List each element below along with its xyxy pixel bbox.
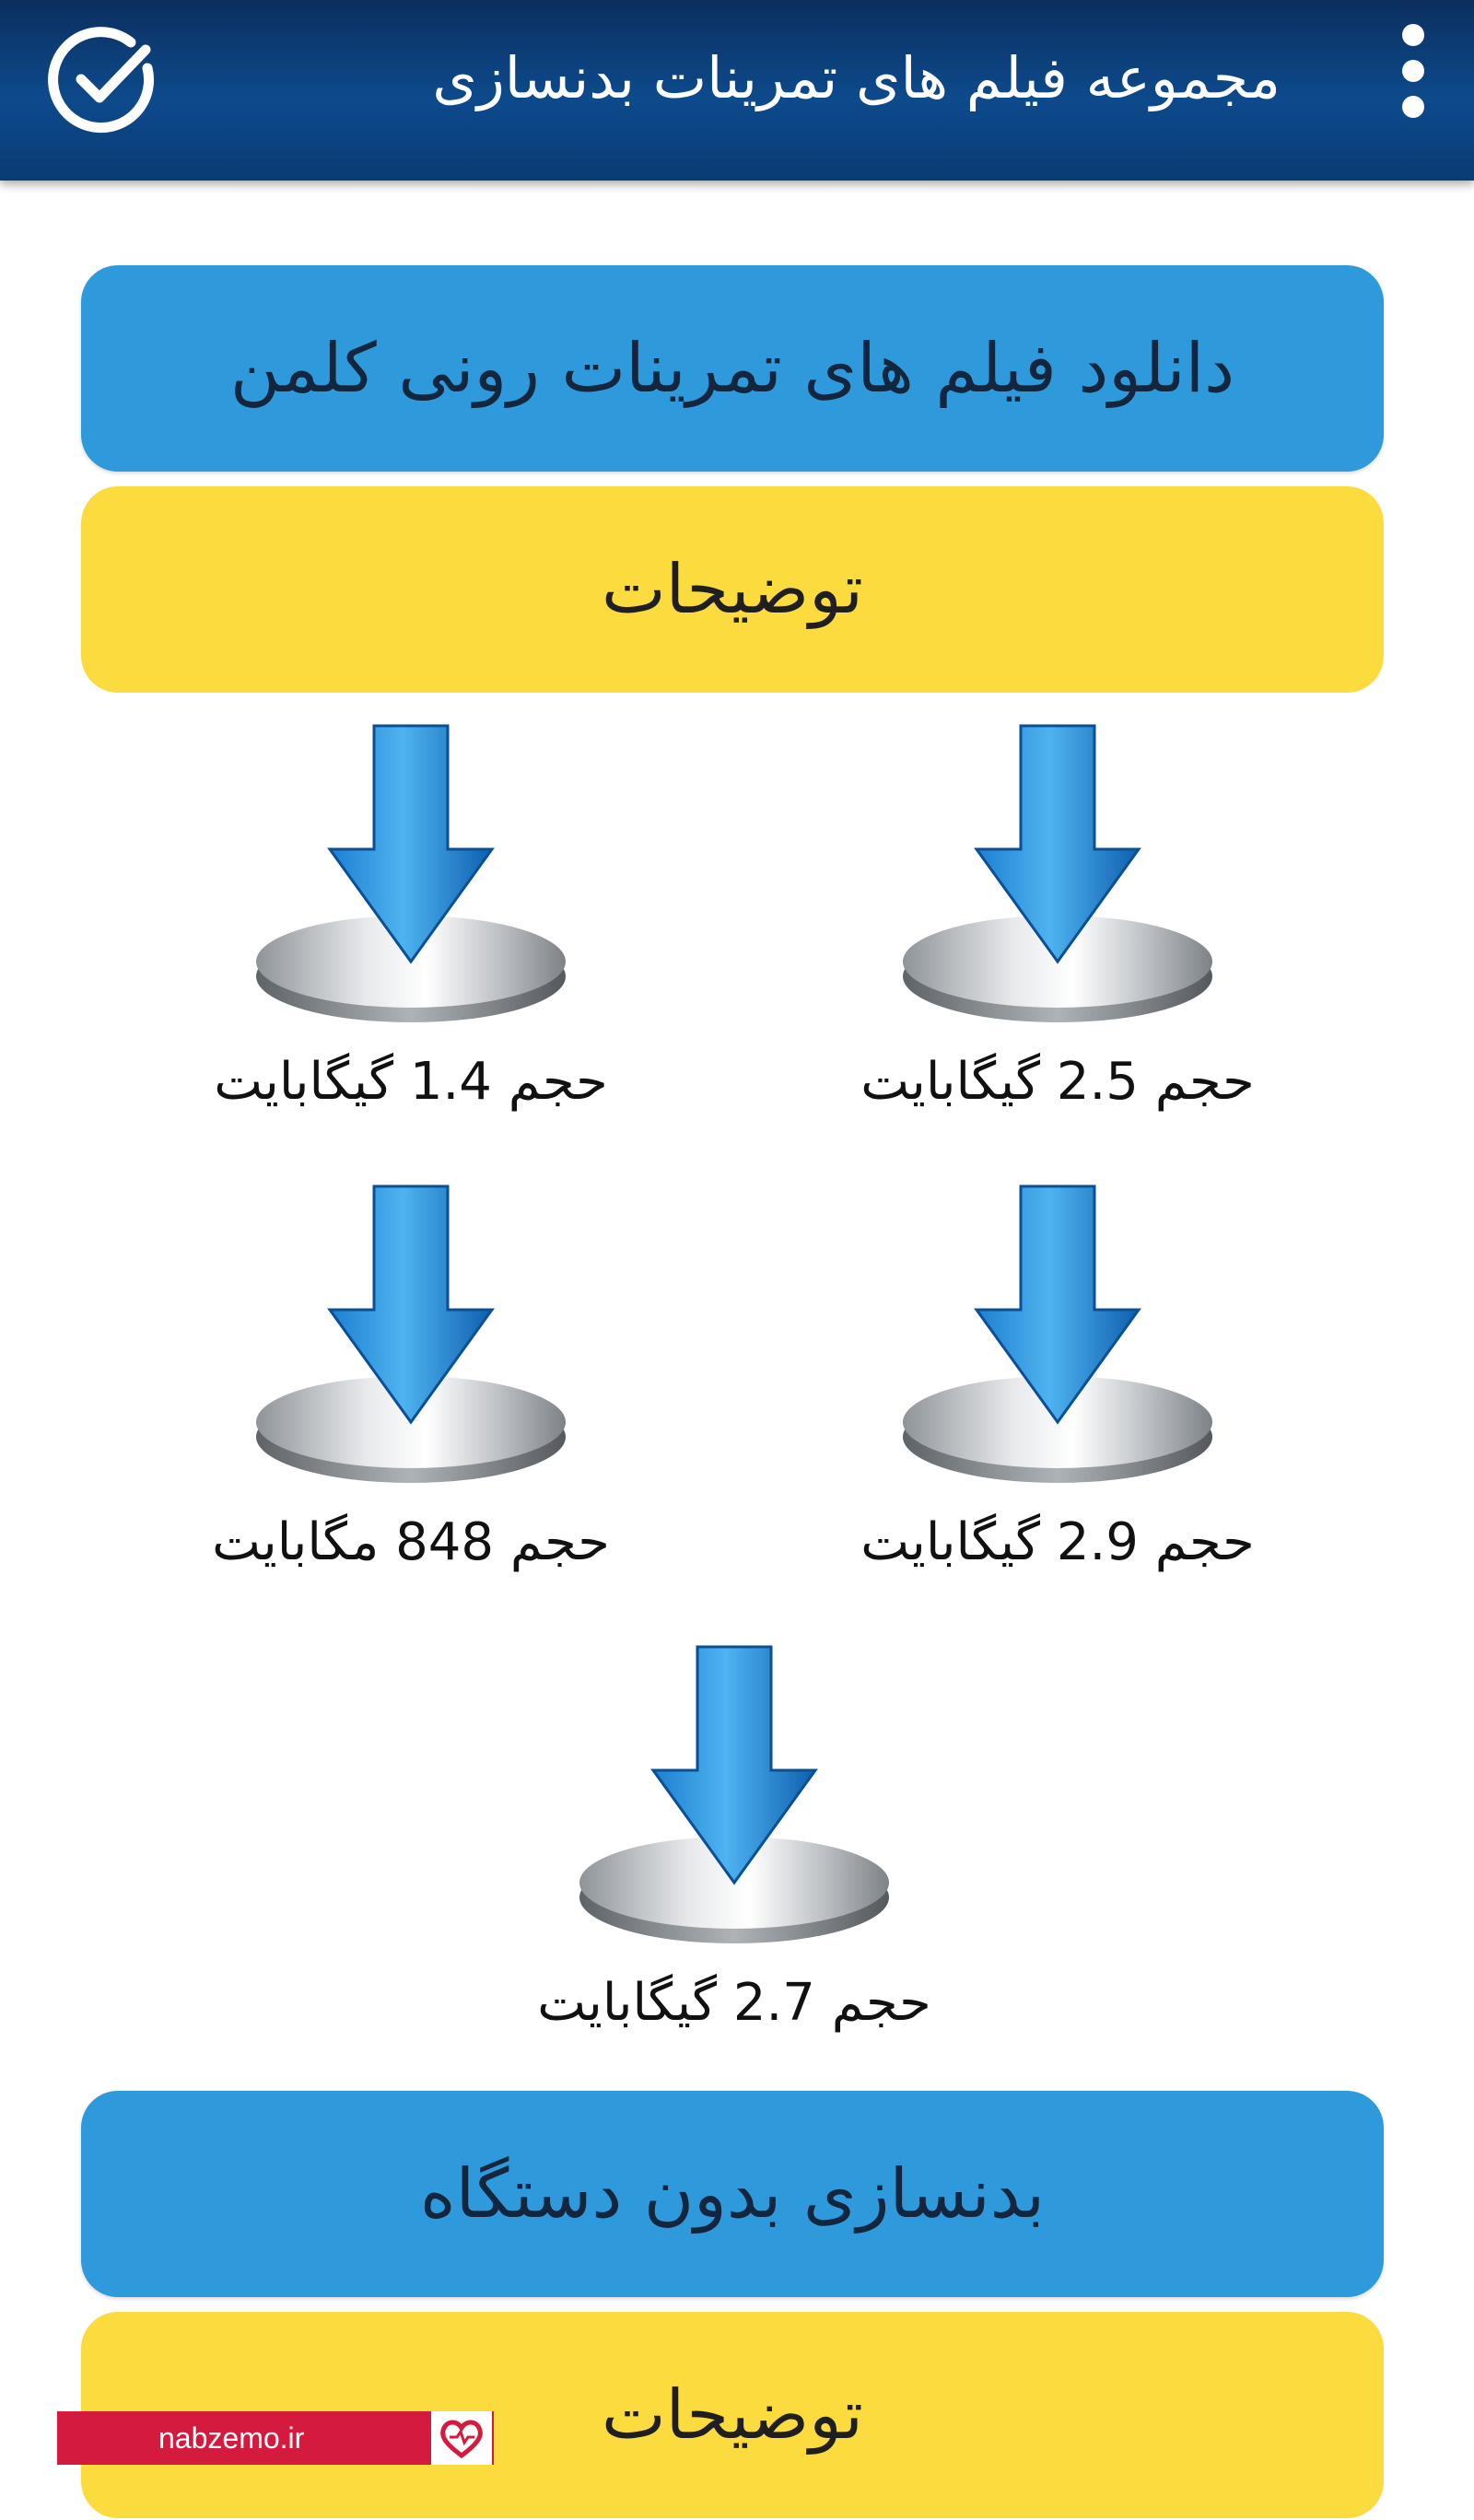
- download-item-1[interactable]: حجم 2.5 گیگابایت: [818, 720, 1297, 1172]
- download-size-label: حجم 2.7 گیگابایت: [537, 1973, 931, 2033]
- section-header-no-equipment[interactable]: بدنسازی بدون دستگاه: [81, 2091, 1384, 2297]
- download-icon: [256, 1184, 566, 1483]
- description-button[interactable]: توضیحات: [81, 486, 1384, 693]
- download-icon: [579, 1645, 889, 1943]
- download-item-2[interactable]: حجم 1.4 گیگابایت: [171, 720, 650, 1172]
- section-header-label: بدنسازی بدون دستگاه: [419, 2154, 1046, 2234]
- download-icon: [903, 724, 1212, 1022]
- download-item-3[interactable]: حجم 2.9 گیگابایت: [818, 1181, 1297, 1632]
- download-item-5[interactable]: حجم 2.7 گیگابایت: [495, 1641, 974, 2093]
- download-size-label: حجم 1.4 گیگابایت: [214, 1052, 608, 1112]
- download-size-label: حجم 2.9 گیگابایت: [860, 1512, 1255, 1572]
- check-circle-icon[interactable]: [46, 22, 160, 136]
- description-label: توضیحات: [602, 550, 863, 629]
- more-vert-icon[interactable]: [1387, 24, 1439, 134]
- watermark-text: nabzemo.ir: [158, 2421, 305, 2455]
- download-icon: [256, 724, 566, 1022]
- section-header-ronnie-coleman[interactable]: دانلود فیلم های تمرینات رونی کلمن: [81, 265, 1384, 472]
- download-size-label: حجم 848 مگابایت: [212, 1512, 610, 1572]
- section-header-label: دانلود فیلم های تمرینات رونی کلمن: [229, 329, 1235, 408]
- watermark-badge: nabzemo.ir: [57, 2411, 494, 2465]
- app-bar: مجموعه فیلم های تمرینات بدنسازی: [0, 0, 1474, 181]
- download-icon: [903, 1184, 1212, 1483]
- download-item-4[interactable]: حجم 848 مگابایت: [171, 1181, 650, 1632]
- app-title: مجموعه فیلم های تمرینات بدنسازی: [432, 44, 1281, 111]
- download-size-label: حجم 2.5 گیگابایت: [860, 1052, 1255, 1112]
- heart-pulse-icon: [431, 2411, 492, 2465]
